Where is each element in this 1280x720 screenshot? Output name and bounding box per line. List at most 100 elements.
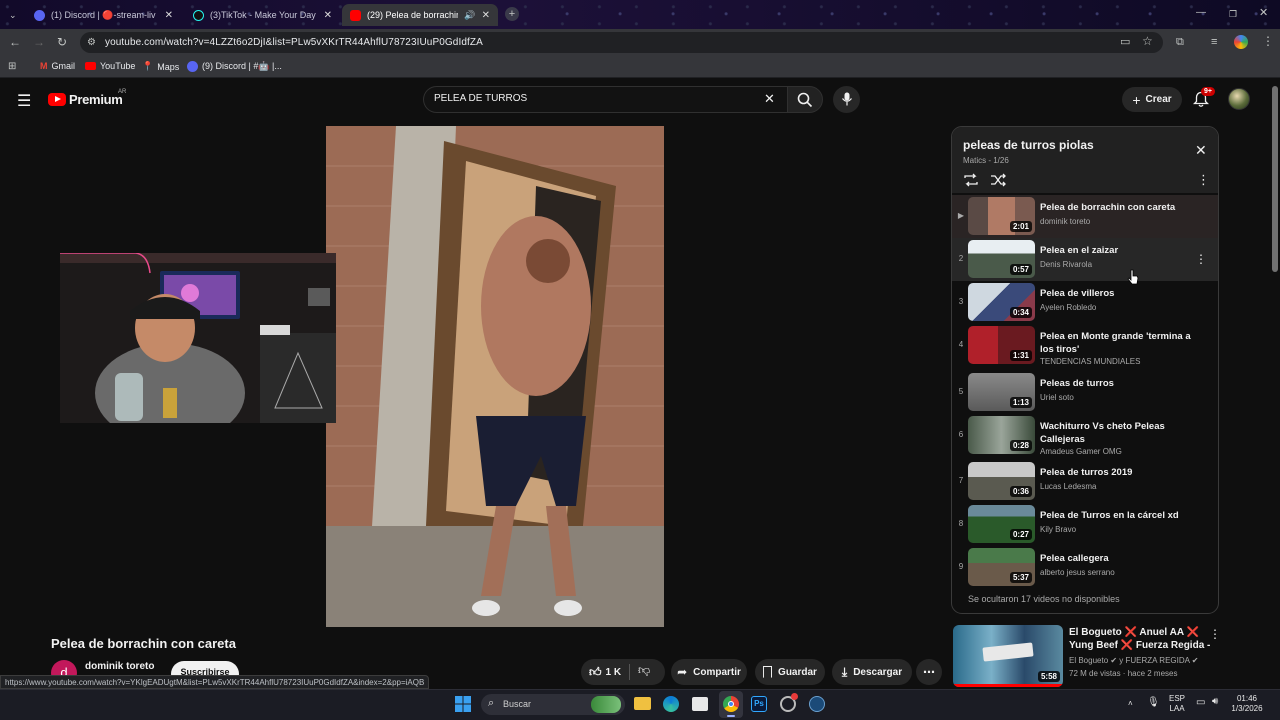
plus-icon: + bbox=[1132, 91, 1141, 108]
video-frame bbox=[326, 126, 664, 627]
bookmark-gmail[interactable]: M Gmail bbox=[40, 61, 75, 71]
bookmark-discord[interactable]: (9) Discord | #🤖 |... bbox=[187, 61, 282, 72]
tray-overflow-icon[interactable]: ˄ bbox=[1128, 699, 1133, 709]
dislike-button[interactable]: 👎︎ bbox=[638, 663, 650, 678]
video-thumbnail: 0:36 bbox=[968, 462, 1035, 500]
tab-label: (1) Discord | 🔴-stream-liv bbox=[51, 9, 156, 20]
file-explorer-icon[interactable] bbox=[634, 697, 651, 710]
playlist-item[interactable]: 6 0:28 Wachiturro Vs cheto Peleas Callej… bbox=[952, 414, 1218, 459]
search-button[interactable] bbox=[787, 86, 823, 113]
network-icon[interactable]: ▭ bbox=[1196, 698, 1205, 708]
site-info-icon[interactable]: ⚙ bbox=[87, 37, 96, 49]
recommended-video[interactable]: 5:58 El Bogueto ❌ Anuel AA ❌ Yung Beef ❌… bbox=[953, 625, 1263, 687]
store-icon[interactable] bbox=[692, 697, 708, 711]
notifications-button[interactable]: 9+ bbox=[1192, 87, 1215, 110]
page-scrollbar[interactable] bbox=[1270, 82, 1280, 686]
close-tab-icon[interactable]: ✕ bbox=[165, 10, 173, 21]
steam-icon[interactable] bbox=[809, 696, 825, 712]
bookmark-star-icon[interactable]: ☆ bbox=[1142, 35, 1153, 47]
playlist-item[interactable]: 3 0:34 Pelea de villeros Ayelen Robledo bbox=[952, 281, 1218, 324]
maximize-icon[interactable]: ❐ bbox=[1229, 8, 1237, 20]
save-button[interactable]: Guardar bbox=[755, 659, 825, 685]
more-actions-button[interactable]: ⋯ bbox=[916, 659, 942, 685]
apps-grid-icon[interactable]: ⊞ bbox=[8, 61, 16, 73]
close-tab-icon[interactable]: ✕ bbox=[482, 10, 490, 21]
share-button[interactable]: ➦ Compartir bbox=[671, 659, 747, 685]
account-avatar[interactable] bbox=[1228, 88, 1250, 110]
create-button[interactable]: + Crear bbox=[1122, 87, 1182, 112]
duration-badge: 0:36 bbox=[1009, 486, 1032, 497]
shuffle-icon[interactable] bbox=[990, 173, 1006, 187]
item-title: Pelea de Turros en la cárcel xd bbox=[1040, 510, 1179, 521]
notification-count-badge: 9+ bbox=[1201, 87, 1215, 96]
tab-search-icon[interactable]: ⌄ bbox=[9, 9, 17, 21]
video-thumbnail: 1:31 bbox=[968, 326, 1035, 364]
chrome-menu-icon[interactable]: ⋮ bbox=[1262, 35, 1274, 47]
hamburger-menu-icon[interactable]: ☰ bbox=[17, 91, 31, 111]
new-tab-icon[interactable]: + bbox=[505, 7, 519, 21]
bookmark-youtube[interactable]: YouTube bbox=[85, 61, 135, 71]
discord-taskbar-icon[interactable] bbox=[780, 693, 798, 712]
voice-search-button[interactable] bbox=[833, 86, 860, 113]
item-title: Pelea callegera bbox=[1040, 553, 1109, 564]
search-highlight-icon bbox=[591, 696, 621, 713]
item-index: 3 bbox=[958, 297, 964, 306]
item-more-icon[interactable]: ⋮ bbox=[1195, 252, 1207, 266]
clock-date: 1/3/2026 bbox=[1231, 704, 1263, 713]
playlist-item[interactable]: 8 0:27 Pelea de Turros en la cárcel xd K… bbox=[952, 503, 1218, 546]
taskbar-search[interactable]: ⌕ Buscar bbox=[481, 694, 625, 715]
forward-icon[interactable]: → bbox=[33, 36, 45, 48]
microphone-tray-icon[interactable]: 🎙︎ bbox=[1147, 698, 1160, 708]
playlist-item[interactable]: 7 0:36 Pelea de turros 2019 Lucas Ledesm… bbox=[952, 460, 1218, 503]
item-index: 5 bbox=[958, 387, 964, 396]
language-indicator[interactable]: ESP LAA bbox=[1166, 694, 1188, 714]
channel-name[interactable]: dominik toreto bbox=[85, 661, 154, 672]
recommended-more-icon[interactable]: ⋮ bbox=[1209, 627, 1221, 641]
duration-badge: 2:01 bbox=[1009, 221, 1032, 232]
playlist-item[interactable]: 5 1:13 Peleas de turros Uriel soto bbox=[952, 371, 1218, 414]
search-query[interactable]: PELEA DE TURROS bbox=[434, 93, 527, 104]
bookmark-maps[interactable]: 📍 Maps bbox=[142, 61, 179, 72]
tab-youtube-active[interactable]: (29) Pelea de borrachin con 🔊 ✕ bbox=[342, 4, 498, 26]
clear-search-icon[interactable]: ✕ bbox=[764, 91, 775, 107]
back-icon[interactable]: ← bbox=[9, 36, 21, 48]
extensions-icon[interactable]: ⧉ bbox=[1176, 36, 1184, 48]
close-window-icon[interactable]: ✕ bbox=[1259, 7, 1268, 19]
reload-icon[interactable]: ↻ bbox=[57, 36, 67, 48]
media-control-icon[interactable]: ≡ bbox=[1211, 36, 1217, 48]
minimize-icon[interactable]: — bbox=[1196, 7, 1206, 19]
webcam-overlay bbox=[60, 253, 336, 423]
close-playlist-icon[interactable]: ✕ bbox=[1195, 142, 1207, 159]
playlist-item[interactable]: 4 1:31 Pelea en Monte grande 'termina a … bbox=[952, 324, 1218, 369]
windows-start-icon[interactable] bbox=[455, 696, 471, 712]
more-horizontal-icon: ⋯ bbox=[923, 665, 935, 679]
video-player[interactable] bbox=[326, 126, 664, 627]
loop-icon[interactable] bbox=[963, 173, 979, 187]
tab-discord[interactable]: (1) Discord | 🔴-stream-liv ✕ bbox=[26, 4, 181, 26]
photoshop-icon[interactable]: Ps bbox=[751, 696, 767, 712]
like-button[interactable]: 👍︎ 1 K bbox=[585, 661, 629, 683]
youtube-logo[interactable]: Premium bbox=[48, 92, 123, 107]
youtube-play-logo-icon bbox=[48, 93, 66, 106]
audio-playing-icon[interactable]: 🔊 bbox=[464, 10, 475, 21]
close-tab-icon[interactable]: ✕ bbox=[324, 10, 332, 21]
playlist-item[interactable]: 2 0:57 Pelea en el zaizar Denis Rivarola… bbox=[952, 238, 1218, 281]
tab-tiktok[interactable]: (3)TikTok - Make Your Day ✕ bbox=[185, 4, 340, 26]
playlist-panel: peleas de turros piolas Matics - 1/26 ✕ … bbox=[951, 126, 1219, 614]
clock[interactable]: 01:46 1/3/2026 bbox=[1229, 694, 1265, 714]
cast-icon[interactable]: ▭ bbox=[1120, 36, 1130, 48]
microphone-icon bbox=[842, 92, 852, 106]
chrome-taskbar-icon[interactable] bbox=[719, 691, 743, 718]
recommended-title: El Bogueto ❌ Anuel AA ❌ Yung Beef ❌ Fuer… bbox=[1069, 627, 1211, 654]
playlist-meta[interactable]: Matics - 1/26 bbox=[963, 156, 1009, 165]
playlist-title[interactable]: peleas de turros piolas bbox=[963, 138, 1094, 152]
playlist-item[interactable]: ▶ 2:01 Pelea de borrachin con careta dom… bbox=[952, 195, 1218, 238]
duration-badge: 1:13 bbox=[1009, 397, 1032, 408]
playlist-more-icon[interactable]: ⋮ bbox=[1197, 172, 1210, 188]
download-button[interactable]: ⤓ Descargar bbox=[832, 659, 912, 685]
edge-icon[interactable] bbox=[663, 696, 679, 712]
address-url[interactable]: youtube.com/watch?v=4LZZt6o2DjI&list=PLw… bbox=[105, 37, 483, 48]
volume-icon[interactable]: 🔊︎ bbox=[1212, 697, 1218, 707]
profile-avatar-icon[interactable] bbox=[1234, 35, 1248, 49]
playlist-item[interactable]: 9 5:37 Pelea callegera alberto jesus ser… bbox=[952, 546, 1218, 589]
